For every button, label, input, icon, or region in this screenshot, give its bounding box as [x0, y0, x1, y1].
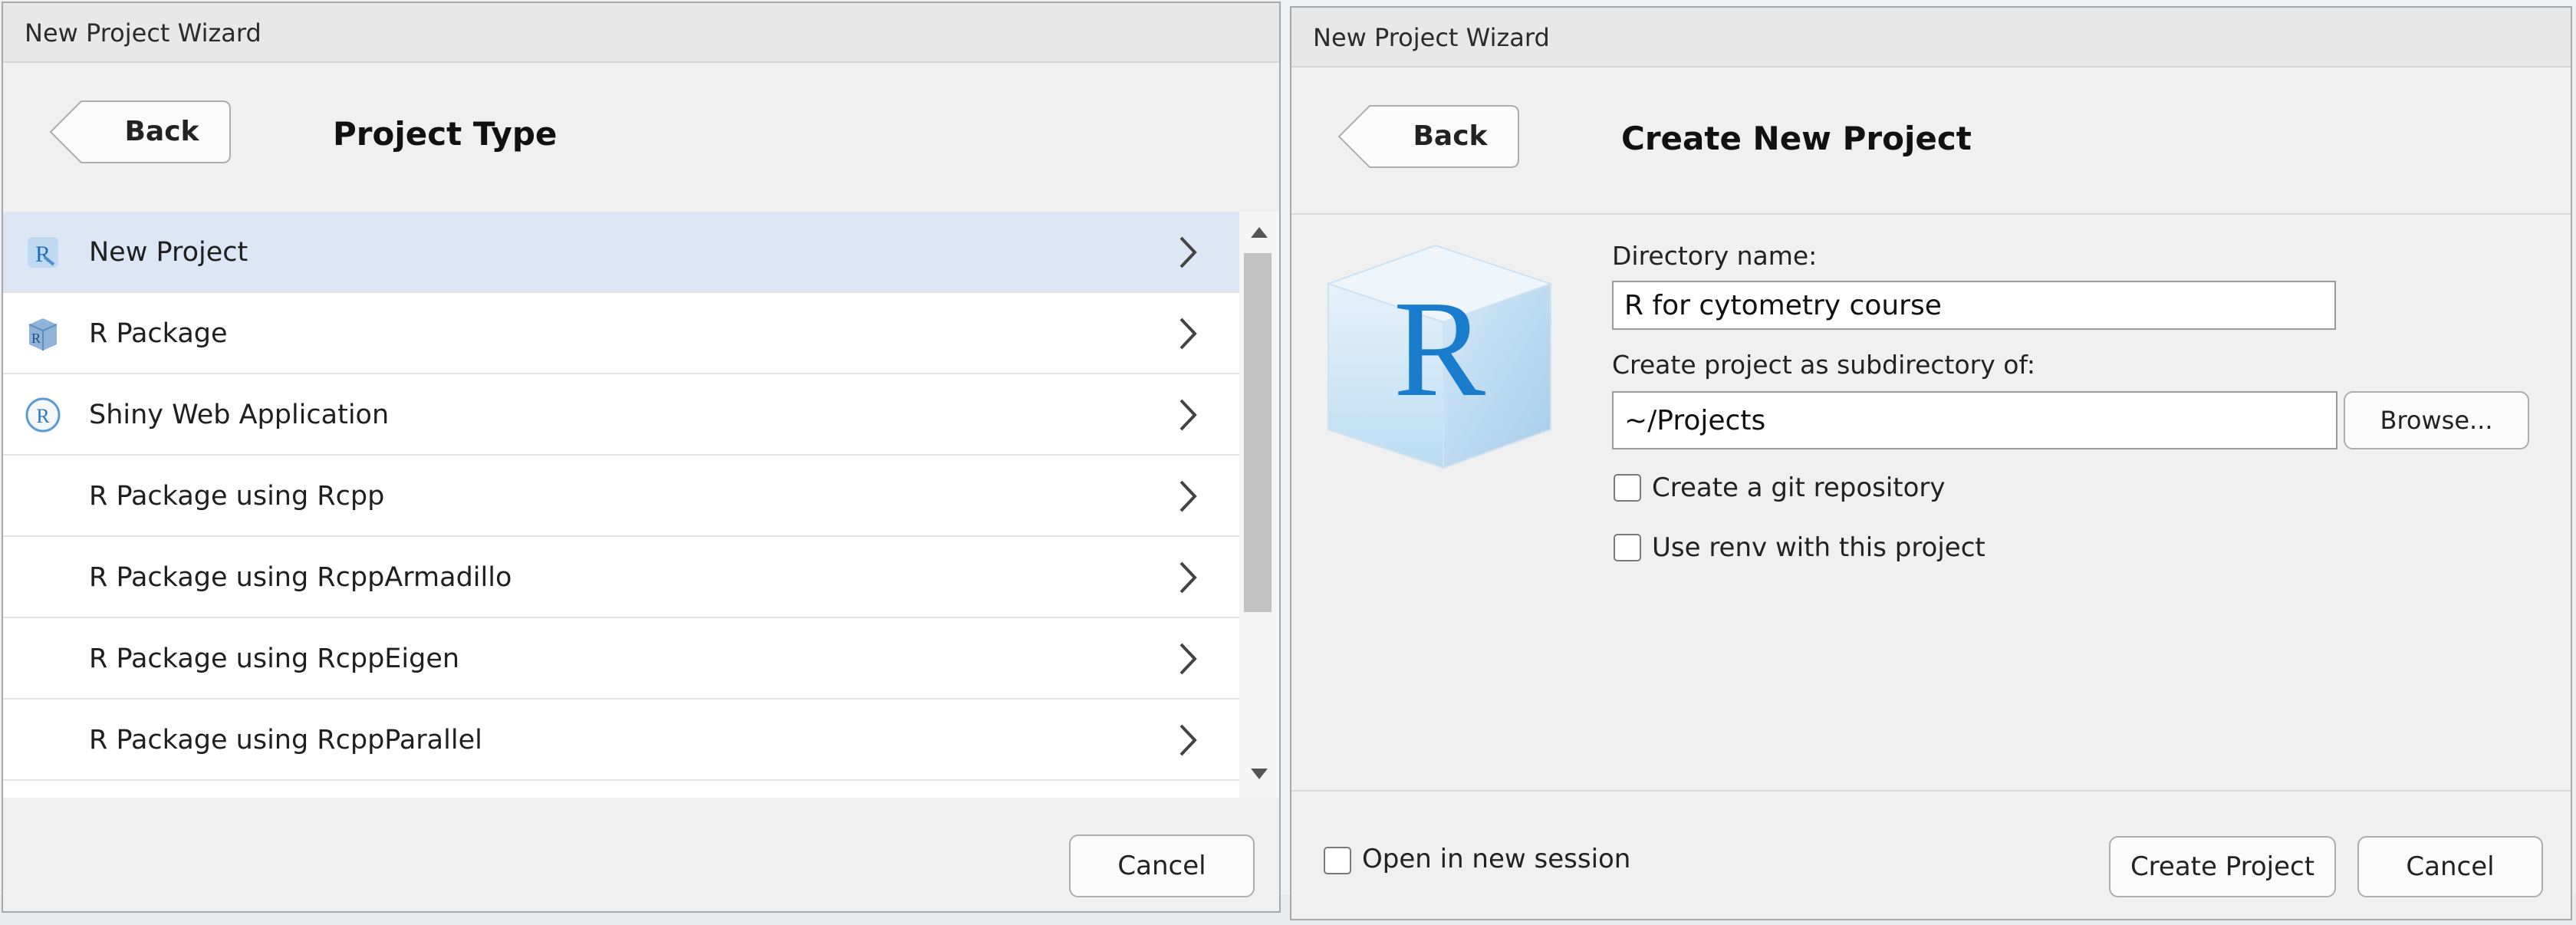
cancel-button[interactable]: Cancel	[1069, 834, 1255, 897]
svg-text:R: R	[31, 331, 41, 346]
chevron-right-icon	[1179, 399, 1197, 431]
open-new-session-checkbox[interactable]	[1324, 847, 1351, 874]
list-item-label: R Package using Rcpp	[89, 481, 385, 512]
list-item-rcppparallel[interactable]: R Package using RcppParallel	[3, 700, 1239, 781]
list-item-rcpparmadillo[interactable]: R Package using RcppArmadillo	[3, 537, 1239, 618]
list-item-r-package[interactable]: R R Package	[3, 293, 1239, 374]
back-button-label: Back	[124, 116, 199, 147]
dialog-title: New Project Wizard	[3, 3, 1279, 63]
svg-text:R: R	[35, 242, 51, 267]
list-item-label: R Package	[89, 318, 228, 349]
subdirectory-label: Create project as subdirectory of:	[1612, 350, 2035, 380]
page-title: Project Type	[333, 115, 558, 153]
list-item-rcpp[interactable]: R Package using Rcpp	[3, 456, 1239, 537]
r-package-icon: R	[28, 318, 58, 351]
svg-text:R: R	[36, 405, 50, 427]
renv-label: Use renv with this project	[1652, 532, 1985, 563]
chevron-right-icon	[1179, 561, 1197, 594]
chevron-right-icon	[1179, 724, 1197, 756]
shiny-icon: R	[25, 397, 61, 433]
open-new-session-label: Open in new session	[1362, 844, 1631, 874]
dialog-title: New Project Wizard	[1291, 8, 2571, 67]
scroll-down-arrow-icon[interactable]	[1251, 769, 1268, 779]
list-item-label: R Package using RcppParallel	[89, 725, 482, 755]
subdirectory-input[interactable]	[1612, 391, 2337, 449]
back-button-label: Back	[1413, 120, 1488, 152]
create-project-dialog: New Project Wizard Back Create New Proje…	[1290, 6, 2572, 920]
list-item-new-project[interactable]: R New Project	[3, 212, 1239, 293]
chevron-right-icon	[1179, 236, 1197, 268]
header-divider	[1291, 213, 2571, 215]
project-type-dialog: New Project Wizard Back Project Type R N…	[2, 2, 1281, 913]
back-button[interactable]: Back	[49, 100, 232, 164]
scrollbar-thumb[interactable]	[1244, 253, 1272, 612]
back-button[interactable]: Back	[1337, 104, 1520, 169]
list-item-label: Shiny Web Application	[89, 400, 390, 430]
git-repo-label: Create a git repository	[1652, 472, 1946, 503]
r-project-icon: R	[28, 237, 58, 268]
create-project-button[interactable]: Create Project	[2109, 836, 2336, 897]
cancel-button[interactable]: Cancel	[2357, 836, 2543, 897]
list-item-rcppeigen[interactable]: R Package using RcppEigen	[3, 618, 1239, 700]
list-item-label: New Project	[89, 237, 248, 268]
git-repo-checkbox[interactable]	[1614, 474, 1641, 502]
browse-button[interactable]: Browse...	[2344, 391, 2529, 449]
chevron-right-icon	[1179, 643, 1197, 675]
footer-divider	[1291, 790, 2571, 792]
svg-text:R: R	[1393, 494, 1485, 499]
scroll-up-arrow-icon[interactable]	[1251, 227, 1268, 238]
directory-name-label: Directory name:	[1612, 241, 1818, 271]
directory-name-input[interactable]	[1612, 281, 2336, 330]
chevron-right-icon	[1179, 318, 1197, 350]
logo-letter: R	[1393, 272, 1485, 425]
chevron-right-icon	[1179, 480, 1197, 512]
page-title: Create New Project	[1621, 120, 1972, 157]
list-item-label: R Package using RcppEigen	[89, 644, 460, 674]
list-item-shiny-app[interactable]: R Shiny Web Application	[3, 374, 1239, 456]
r-project-logo: R R	[1325, 244, 1554, 499]
list-item-label: R Package using RcppArmadillo	[89, 562, 512, 593]
project-type-list: R New Project R R Package R Shiny Web Ap…	[3, 212, 1239, 798]
renv-checkbox[interactable]	[1614, 534, 1641, 561]
